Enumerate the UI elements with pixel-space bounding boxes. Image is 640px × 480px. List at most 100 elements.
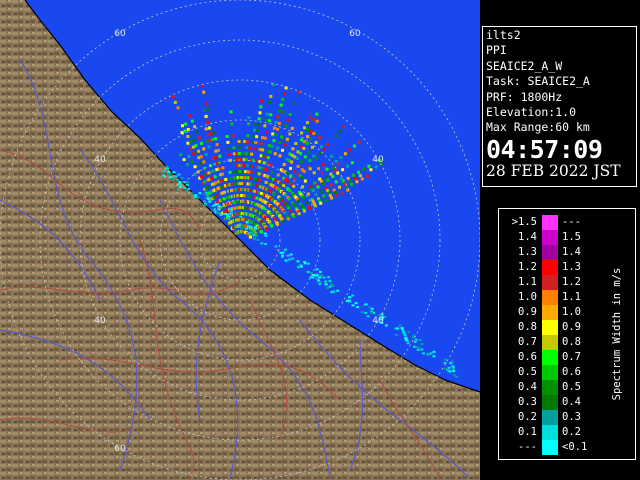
echo-pixel [315, 268, 319, 271]
echo-pixel [297, 263, 301, 266]
echo-pixel [264, 118, 268, 122]
echo-pixel [246, 134, 250, 138]
range-label: 40 [372, 316, 384, 326]
legend-high-label: 0.9 [562, 321, 581, 333]
echo-pixel [202, 147, 206, 151]
echo-pixel [328, 285, 332, 288]
echo-pixel [210, 176, 213, 180]
echo-pixel [189, 146, 193, 150]
echo-pixel [257, 172, 261, 176]
echo-pixel [166, 167, 169, 170]
echo-pixel [162, 170, 166, 173]
echo-pixel [332, 188, 336, 192]
legend-swatch [542, 440, 558, 455]
echo-pixel [208, 138, 212, 142]
echo-pixel [348, 179, 352, 183]
echo-pixel [230, 122, 234, 126]
echo-pixel [292, 184, 296, 188]
echo-pixel [202, 160, 206, 164]
echo-pixel [367, 164, 371, 168]
echo-pixel [205, 139, 209, 143]
echo-pixel [312, 117, 316, 121]
echo-pixel [351, 304, 355, 307]
echo-pixel [169, 178, 173, 181]
echo-pixel [290, 126, 294, 130]
echo-pixel [334, 180, 338, 184]
echo-pixel [308, 206, 312, 210]
echo-pixel [202, 90, 206, 94]
echo-pixel [192, 138, 195, 142]
echo-pixel [308, 115, 312, 119]
echo-pixel [338, 129, 342, 133]
echo-pixel [247, 122, 250, 126]
echo-pixel [315, 278, 319, 281]
echo-pixel [222, 197, 226, 201]
legend-swatch [542, 335, 558, 350]
legend-row: --- <0.1 [518, 440, 587, 455]
echo-pixel [335, 193, 339, 197]
echo-pixel [249, 176, 253, 180]
legend-swatch [542, 245, 558, 260]
echo-pixel [297, 212, 301, 216]
echo-pixel [277, 121, 281, 125]
echo-pixel [173, 175, 177, 178]
echo-pixel [265, 112, 269, 116]
product-type: PPI [486, 43, 507, 58]
echo-pixel [284, 124, 288, 128]
legend-low-label: 0.5 [518, 366, 537, 378]
echo-pixel [407, 330, 411, 333]
echo-pixel [181, 124, 184, 128]
echo-pixel [206, 108, 210, 112]
echo-pixel [273, 152, 277, 156]
echo-pixel [291, 257, 295, 260]
legend-low-label: >1.5 [512, 216, 537, 228]
echo-pixel [237, 152, 241, 155]
echo-pixel [242, 164, 246, 167]
echo-pixel [326, 143, 330, 147]
echo-pixel [243, 140, 247, 143]
echo-pixel [197, 149, 201, 153]
echo-pixel [227, 146, 231, 150]
echo-pixel [260, 242, 264, 245]
echo-pixel [257, 178, 261, 182]
echo-pixel [258, 111, 262, 115]
task-name: Task: SEAICE2_A [486, 74, 590, 89]
echo-pixel [370, 311, 374, 314]
echo-pixel [411, 336, 415, 339]
legend-row: 0.8 0.9 [518, 320, 581, 335]
echo-pixel [322, 194, 326, 198]
echo-pixel [324, 283, 328, 286]
echo-pixel [420, 343, 424, 345]
legend-swatch [542, 425, 558, 440]
echo-pixel [283, 143, 287, 147]
echo-pixel [207, 126, 211, 130]
echo-pixel [316, 185, 320, 189]
echo-pixel [193, 125, 197, 129]
echo-pixel [228, 152, 232, 156]
echo-pixel [356, 306, 360, 309]
echo-pixel [288, 132, 292, 136]
range-label: 40 [372, 155, 384, 165]
echo-pixel [311, 189, 315, 192]
echo-pixel [322, 276, 326, 279]
echo-pixel [305, 141, 309, 145]
echo-pixel [229, 210, 233, 213]
legend-swatch [542, 380, 558, 395]
echo-pixel [244, 158, 248, 162]
echo-pixel [314, 156, 318, 160]
echo-pixel [232, 146, 236, 150]
echo-pixel [282, 163, 286, 166]
echo-pixel [278, 154, 282, 158]
echo-pixel [267, 144, 271, 147]
echo-pixel [293, 169, 296, 173]
echo-pixel [233, 182, 237, 186]
echo-pixel [311, 145, 314, 149]
echo-pixel [240, 227, 244, 230]
echo-pixel [300, 138, 304, 142]
echo-pixel [450, 360, 454, 363]
echo-pixel [207, 145, 211, 149]
echo-pixel [173, 100, 177, 104]
echo-pixel [177, 182, 181, 185]
echo-pixel [250, 170, 253, 174]
range-label: 60 [114, 29, 126, 39]
